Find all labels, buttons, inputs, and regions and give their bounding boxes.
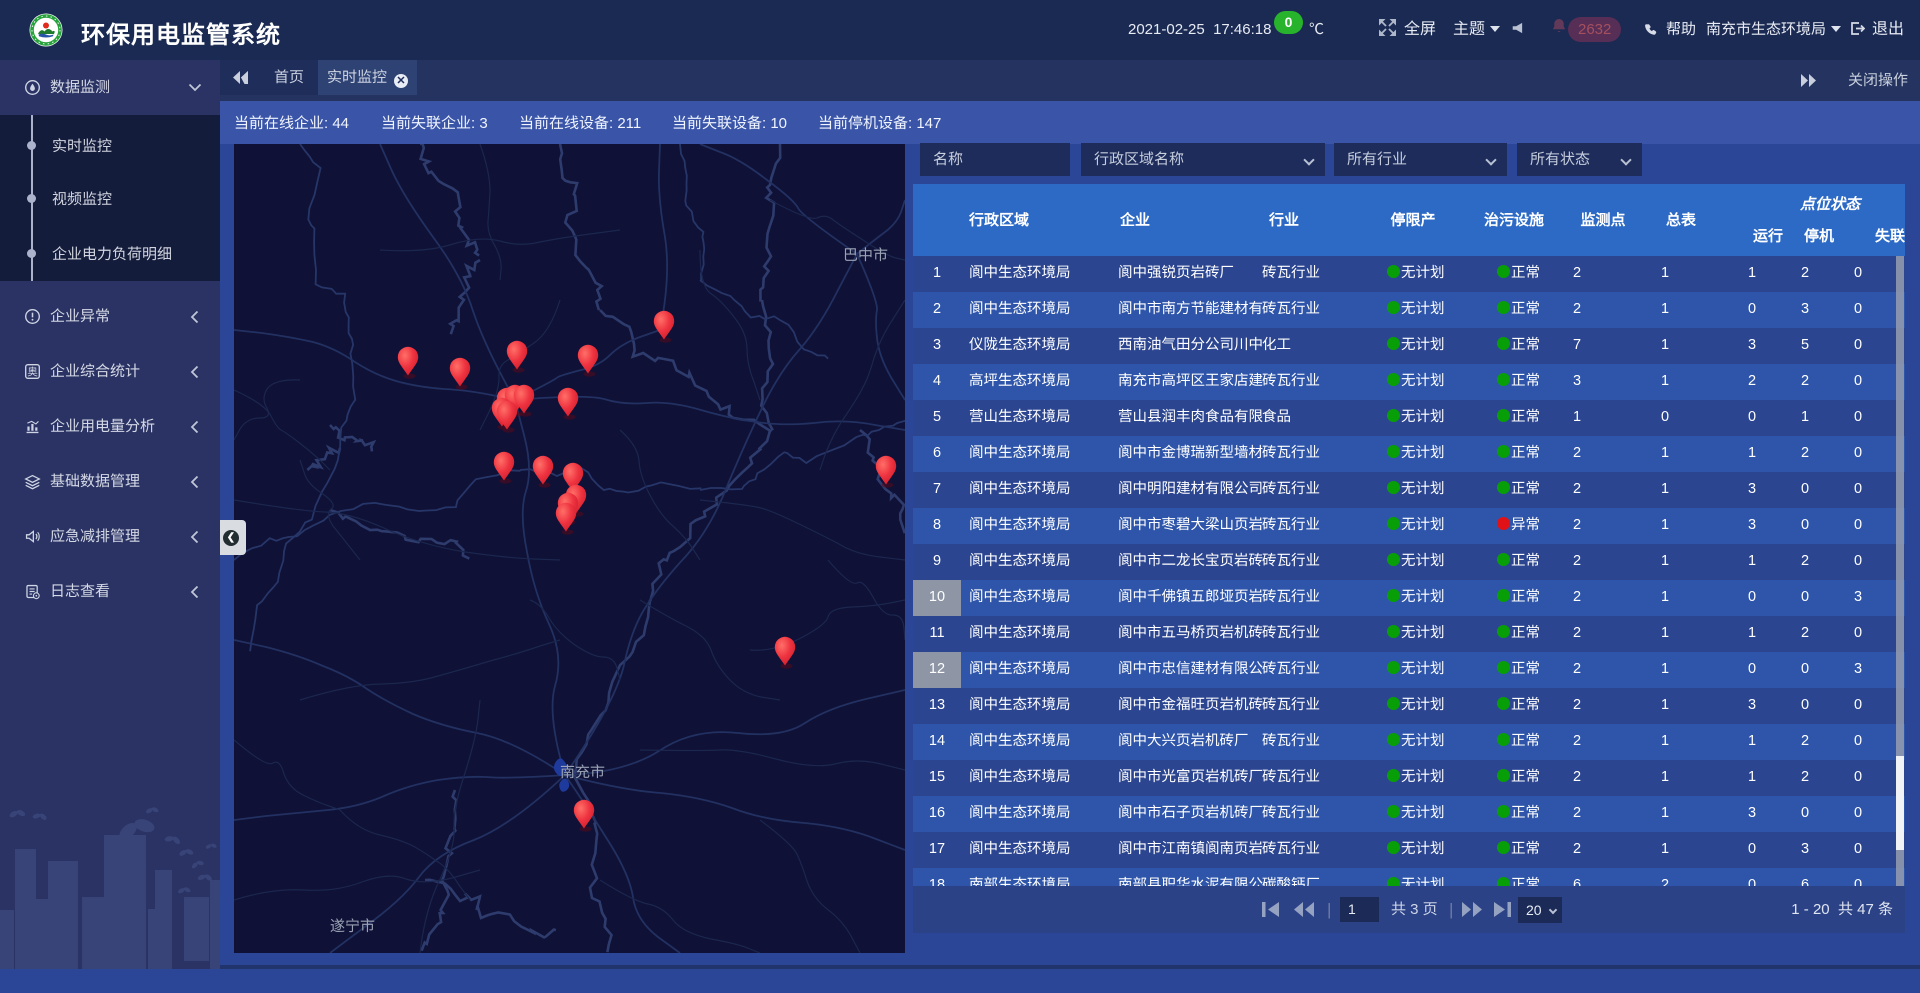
svg-text:南充市: 南充市 xyxy=(560,764,605,781)
svg-text:巴中市: 巴中市 xyxy=(843,247,888,264)
svg-text:奥: 奥 xyxy=(27,364,38,379)
svg-text:遂宁市: 遂宁市 xyxy=(330,918,375,935)
